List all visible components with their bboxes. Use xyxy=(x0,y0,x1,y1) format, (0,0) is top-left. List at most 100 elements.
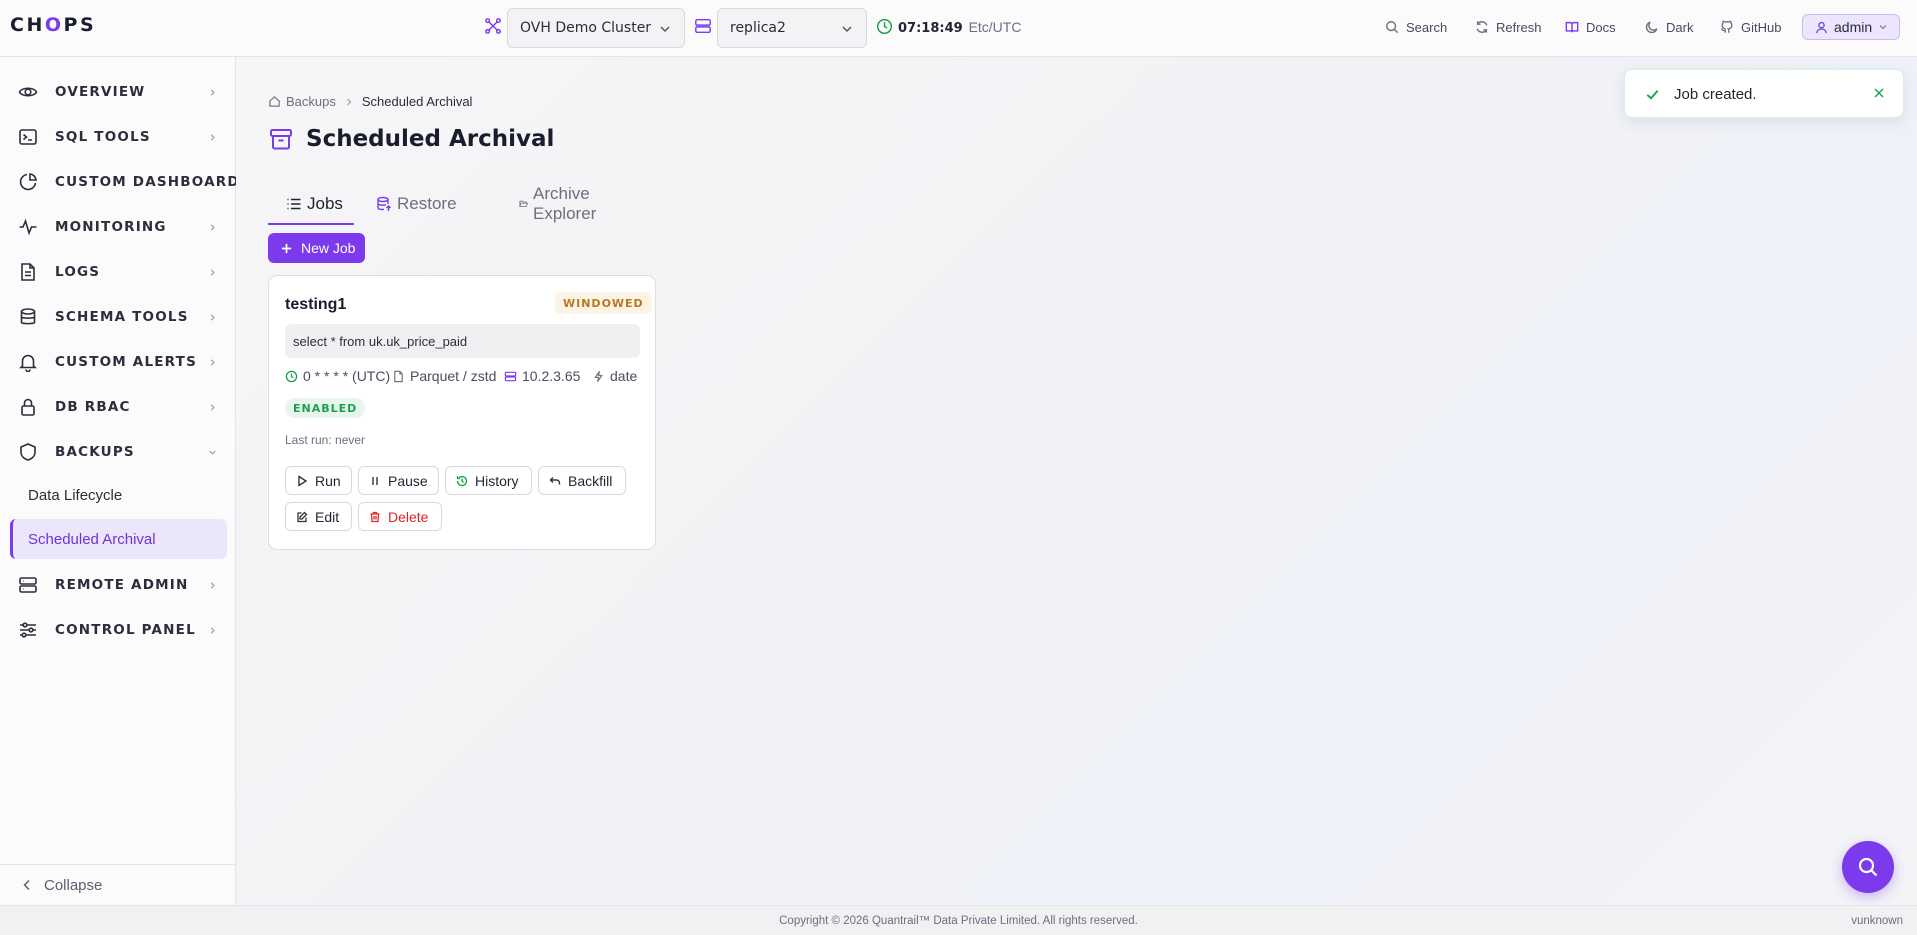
server-icon xyxy=(504,371,517,381)
cluster-select-value: OVH Demo Cluster xyxy=(520,20,652,36)
collapse-sidebar-button[interactable]: Collapse xyxy=(0,864,235,905)
cluster-select[interactable]: OVH Demo Cluster xyxy=(507,8,685,48)
job-status-badge: ENABLED xyxy=(285,398,366,418)
bolt-icon xyxy=(594,370,603,382)
run-button[interactable]: Run xyxy=(285,466,352,495)
sidebar-item-monitoring[interactable]: MONITORING xyxy=(0,207,235,247)
moon-icon xyxy=(1645,21,1658,34)
success-toast: Job created. xyxy=(1624,69,1904,118)
play-icon xyxy=(298,474,308,487)
edit-icon xyxy=(297,511,308,522)
floating-search-button[interactable] xyxy=(1842,841,1894,893)
history-button[interactable]: History xyxy=(445,466,532,495)
database-icon xyxy=(18,307,38,327)
edit-button[interactable]: Edit xyxy=(285,502,352,531)
breadcrumb: Backups Scheduled Archival xyxy=(268,94,472,109)
breadcrumb-current: Scheduled Archival xyxy=(361,94,473,109)
chevron-right-icon xyxy=(346,98,352,105)
chevron-right-icon xyxy=(210,313,215,321)
chevron-right-icon xyxy=(210,223,215,231)
sidebar-item-schema-tools[interactable]: SCHEMA TOOLS xyxy=(0,297,235,337)
sidebar-item-sql-tools[interactable]: SQL TOOLS xyxy=(0,117,235,157)
search-icon xyxy=(1386,21,1399,34)
sidebar-item-remote-admin[interactable]: REMOTE ADMIN xyxy=(0,565,235,605)
job-last-run: Last run: never xyxy=(285,433,366,447)
refresh-button[interactable]: Refresh xyxy=(1475,17,1542,37)
chevron-right-icon xyxy=(210,358,215,366)
job-name: testing1 xyxy=(285,296,347,313)
sidebar-item-logs[interactable]: LOGS xyxy=(0,252,235,292)
lock-icon xyxy=(18,397,38,417)
sidebar-item-backups[interactable]: BACKUPS xyxy=(0,432,235,472)
chevron-right-icon xyxy=(210,268,215,276)
sidebar-item-control-panel[interactable]: CONTROL PANEL xyxy=(0,610,235,650)
chevron-left-icon xyxy=(23,879,30,891)
chevron-right-icon xyxy=(210,626,215,634)
chevron-down-icon xyxy=(658,22,672,36)
clock-icon xyxy=(285,370,298,382)
clock-icon xyxy=(876,18,893,35)
trash-icon xyxy=(370,511,380,522)
sidebar-item-custom-alerts[interactable]: CUSTOM ALERTS xyxy=(0,342,235,382)
job-meta: 0 * * * * (UTC) Parquet / zstd 10.2.3.65… xyxy=(285,368,645,388)
clock-timezone: Etc/UTC xyxy=(968,19,1022,35)
eye-icon xyxy=(18,82,38,102)
replica-select-value: replica2 xyxy=(730,20,786,36)
job-format: Parquet / zstd xyxy=(392,368,496,384)
header-search-button[interactable]: Search xyxy=(1385,17,1447,37)
sidebar-item-overview[interactable]: OVERVIEW xyxy=(0,72,235,112)
docs-link[interactable]: Docs xyxy=(1565,17,1616,37)
top-header: CH O PS OVH Demo Cluster replica2 07:18:49… xyxy=(0,0,1917,57)
chevron-right-icon xyxy=(210,133,215,141)
chevron-down-icon xyxy=(1879,25,1887,30)
app-logo[interactable]: CH O PS xyxy=(10,14,96,36)
history-icon xyxy=(456,475,468,486)
job-mode-badge: WINDOWED xyxy=(555,292,652,314)
book-icon xyxy=(1565,21,1579,33)
plus-icon xyxy=(281,243,292,253)
breadcrumb-backups-link[interactable]: Backups xyxy=(286,94,336,109)
archive-icon xyxy=(270,129,292,150)
replica-select[interactable]: replica2 xyxy=(717,8,867,48)
close-icon[interactable] xyxy=(1873,87,1885,99)
cluster-icon xyxy=(484,17,502,35)
backfill-button[interactable]: Backfill xyxy=(538,466,626,495)
sidebar-subitem-data-lifecycle[interactable]: Data Lifecycle xyxy=(10,475,227,515)
search-icon xyxy=(1858,857,1878,877)
job-query: select * from uk.uk_price_paid xyxy=(285,324,640,358)
job-card: testing1 WINDOWED select * from uk.uk_pr… xyxy=(268,275,656,550)
pie-chart-icon xyxy=(18,172,38,192)
job-host: 10.2.3.65 xyxy=(504,368,580,384)
tab-archive-explorer[interactable]: Archive Explorer xyxy=(519,183,603,225)
tab-restore[interactable]: Restore xyxy=(376,183,457,225)
chevron-right-icon xyxy=(210,581,215,589)
chevron-down-icon xyxy=(209,450,216,455)
tab-jobs[interactable]: Jobs xyxy=(268,183,354,225)
user-menu-button[interactable]: admin xyxy=(1802,14,1900,40)
dark-mode-toggle[interactable]: Dark xyxy=(1645,17,1693,37)
sliders-icon xyxy=(18,620,38,640)
delete-button[interactable]: Delete xyxy=(358,502,442,531)
refresh-icon xyxy=(1476,21,1488,33)
sidebar-subitem-scheduled-archival[interactable]: Scheduled Archival xyxy=(10,519,227,559)
toast-message: Job created. xyxy=(1674,86,1757,103)
server-icon xyxy=(18,575,38,595)
chevron-down-icon xyxy=(840,22,854,36)
pulse-icon xyxy=(18,217,38,237)
new-job-button[interactable]: New Job xyxy=(268,233,365,263)
sidebar-item-db-rbac[interactable]: DB RBAC xyxy=(0,387,235,427)
pause-button[interactable]: Pause xyxy=(358,466,439,495)
terminal-icon xyxy=(18,127,38,147)
shield-icon xyxy=(18,442,38,462)
home-icon xyxy=(269,96,280,107)
job-schedule: 0 * * * * (UTC) xyxy=(285,368,390,384)
github-icon xyxy=(1720,20,1733,33)
user-icon xyxy=(1816,21,1827,33)
sidebar-item-custom-dashboards[interactable]: CUSTOM DASHBOARDS xyxy=(0,162,249,202)
chevron-right-icon xyxy=(210,403,215,411)
sidebar: OVERVIEW SQL TOOLS CUSTOM DASHBOARDS MON… xyxy=(0,57,249,905)
file-icon xyxy=(18,262,38,282)
chevron-right-icon xyxy=(210,88,215,96)
pause-icon xyxy=(372,476,378,485)
github-link[interactable]: GitHub xyxy=(1720,17,1781,37)
